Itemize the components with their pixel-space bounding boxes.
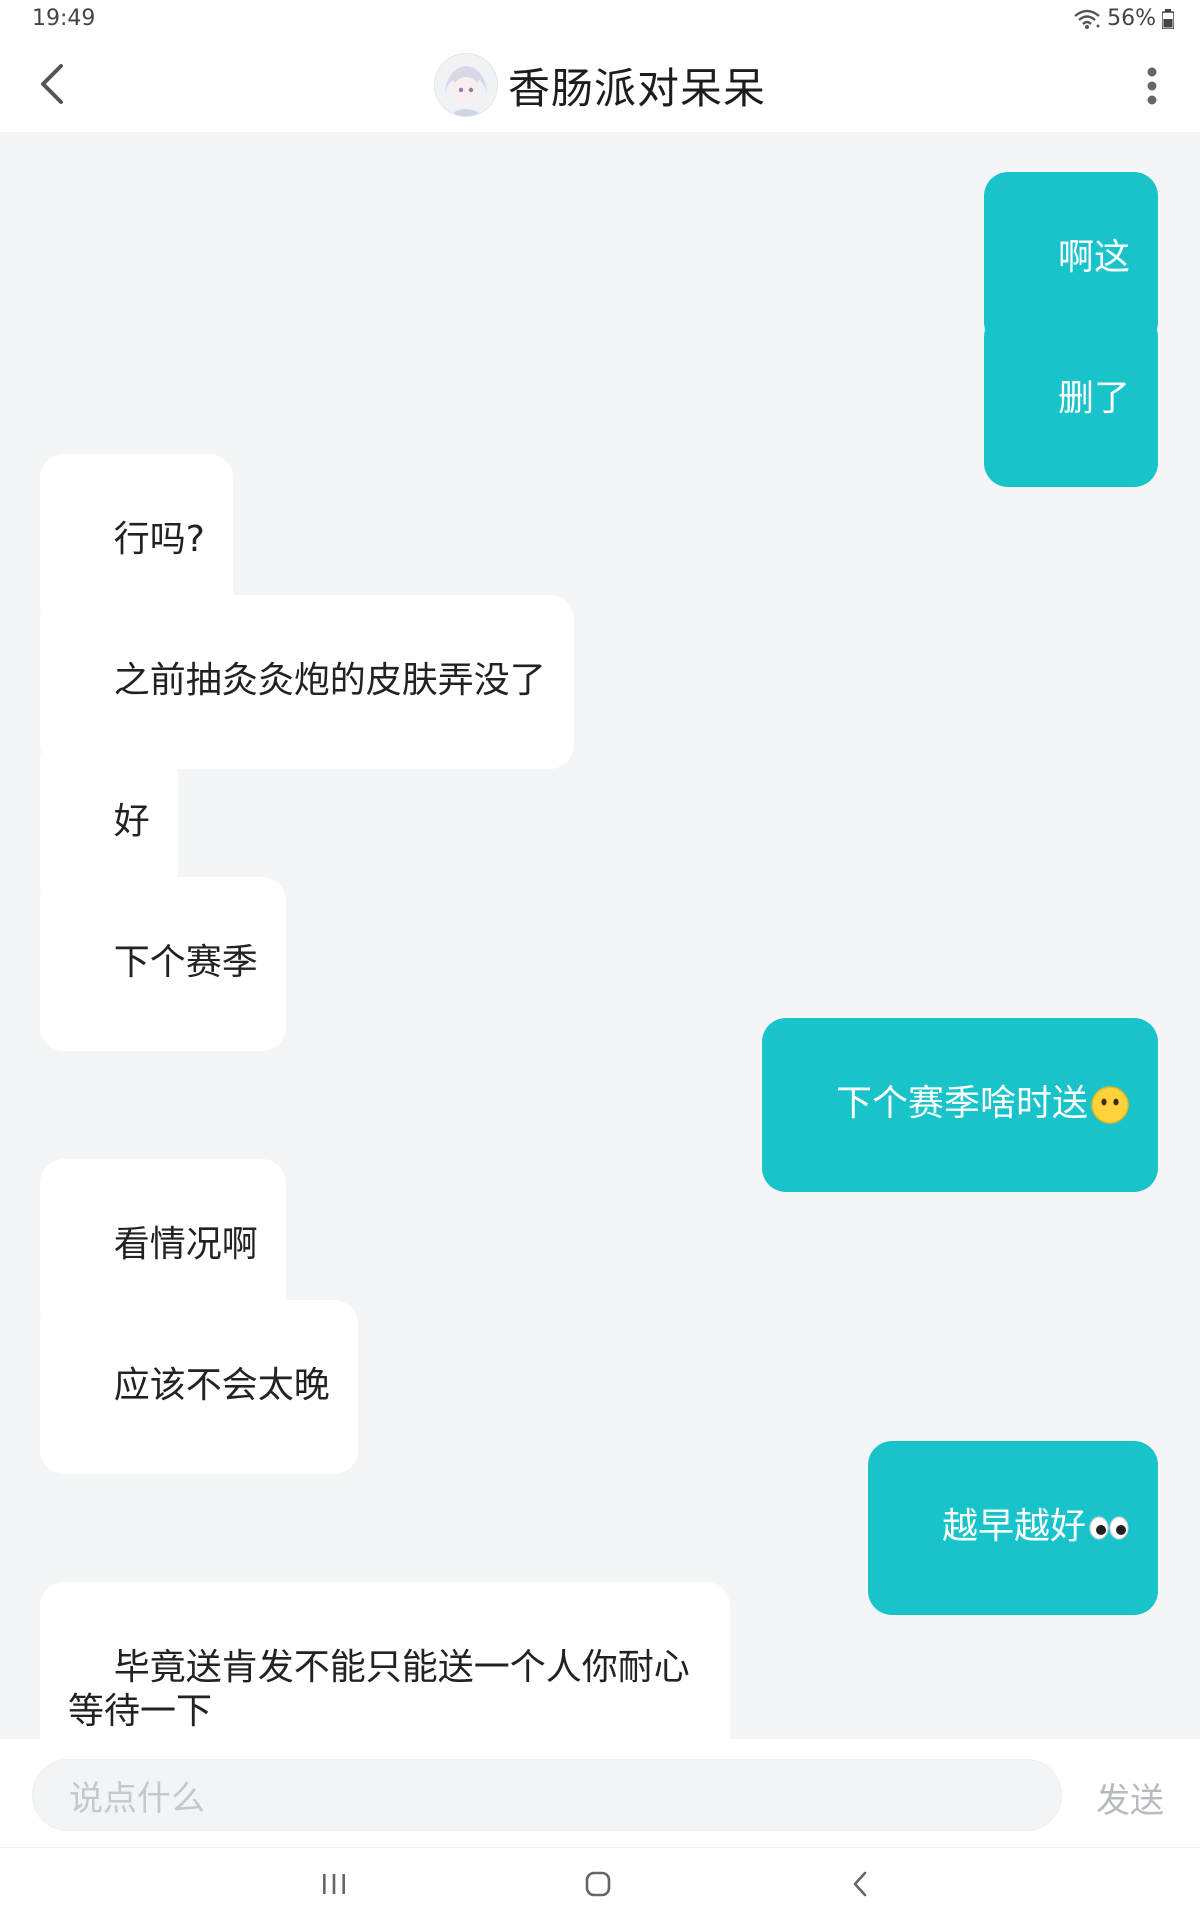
message-outgoing[interactable]: 下个赛季啥时送 <box>762 1018 1158 1192</box>
home-button[interactable] <box>578 1864 618 1904</box>
home-icon <box>585 1871 611 1897</box>
message-text: 下个赛季啥时送 <box>835 1083 1088 1124</box>
battery-percent: 56% <box>1107 6 1156 31</box>
message-input[interactable]: 说点什么 <box>32 1759 1062 1831</box>
avatar-image <box>434 54 497 116</box>
message-outgoing[interactable]: 越早越好 <box>868 1441 1158 1615</box>
recent-apps-button[interactable] <box>314 1864 354 1904</box>
message-text: 好 <box>113 801 150 842</box>
more-options-button[interactable] <box>1134 58 1170 114</box>
message-text: 下个赛季 <box>113 942 258 983</box>
status-bar: 19:49 56% <box>0 0 1200 38</box>
system-nav-bar <box>0 1847 1200 1921</box>
chat-header: 香肠派对呆呆 <box>0 38 1200 132</box>
battery-icon <box>1162 8 1174 29</box>
status-time: 19:49 <box>32 6 96 31</box>
title-group: 香肠派对呆呆 <box>0 38 1200 132</box>
neutral-face-emoji <box>1091 1086 1129 1124</box>
message-text: 毕竟送肯发不能只能送一个人你耐心 等待一下 <box>68 1647 690 1732</box>
message-text: 应该不会太晚 <box>113 1365 330 1406</box>
more-vertical-icon <box>1147 67 1157 105</box>
message-list[interactable]: 啊这 删了 行吗? 之前抽灸灸炮的皮肤弄没了 好 下个赛季 下个赛季啥时送 看情… <box>0 132 1200 1800</box>
message-incoming[interactable]: 应该不会太晚 <box>40 1300 358 1474</box>
message-incoming[interactable]: 下个赛季 <box>40 877 286 1051</box>
input-placeholder: 说点什么 <box>69 1778 205 1819</box>
message-text: 行吗? <box>113 519 205 560</box>
message-text: 越早越好 <box>941 1506 1086 1547</box>
eyes-emoji <box>1089 1516 1129 1540</box>
back-icon <box>853 1871 867 1897</box>
chat-title: 香肠派对呆呆 <box>507 63 766 113</box>
send-button[interactable]: 发送 <box>1096 1773 1164 1822</box>
message-text: 之前抽灸灸炮的皮肤弄没了 <box>113 660 546 701</box>
message-text: 啊这 <box>1057 237 1130 278</box>
message-text: 删了 <box>1057 378 1130 419</box>
recent-apps-icon <box>323 1874 345 1894</box>
nav-back-button[interactable] <box>840 1864 880 1904</box>
avatar[interactable] <box>433 53 498 117</box>
status-indicators: 56% <box>1073 6 1174 31</box>
composer-bar: 说点什么 发送 <box>0 1739 1200 1847</box>
wifi-icon <box>1074 9 1100 29</box>
message-outgoing[interactable]: 删了 <box>984 313 1158 487</box>
message-text: 看情况啊 <box>113 1224 258 1265</box>
